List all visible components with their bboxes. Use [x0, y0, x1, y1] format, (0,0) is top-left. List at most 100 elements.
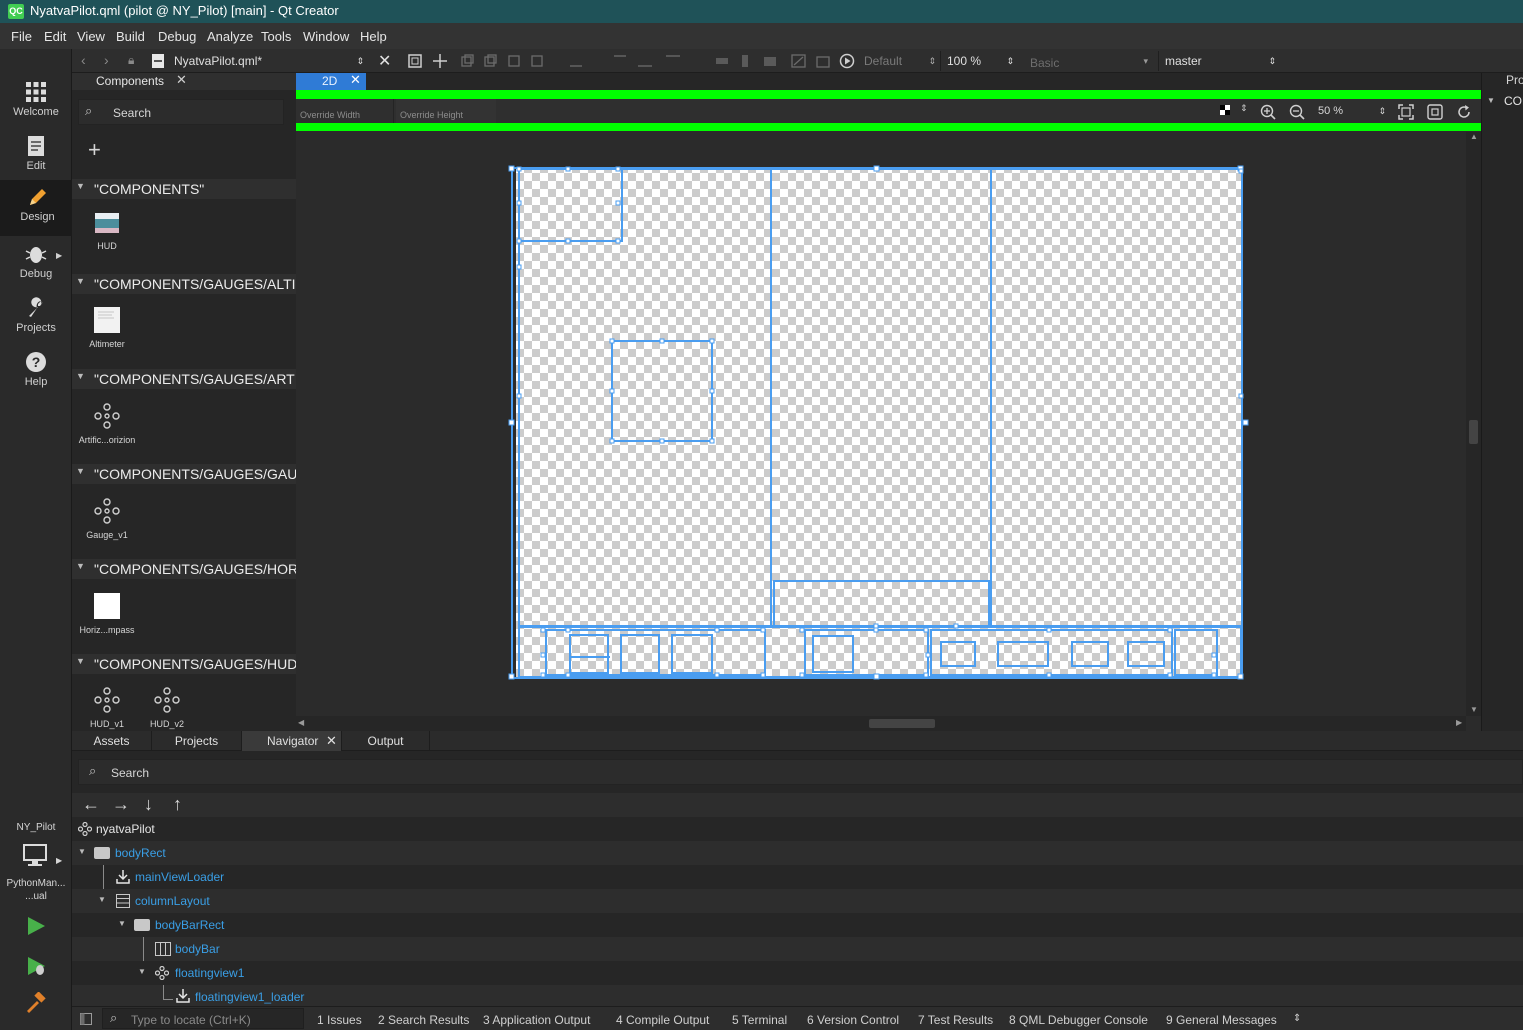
- close-panel-icon[interactable]: ✕: [176, 72, 187, 88]
- toggle-sidebar-icon[interactable]: [80, 1013, 92, 1025]
- vertical-scrollbar[interactable]: ▲ ▼: [1466, 132, 1481, 716]
- menu-view[interactable]: View: [77, 29, 105, 44]
- mode-welcome[interactable]: Welcome: [0, 75, 72, 129]
- tab-assets[interactable]: Assets: [72, 731, 152, 751]
- vertical-scroll-thumb[interactable]: [1469, 420, 1478, 444]
- navigator-row[interactable]: ▼ columnLayout: [72, 889, 1523, 913]
- mode-design[interactable]: Design: [0, 180, 72, 236]
- background-color-icon[interactable]: [1220, 105, 1230, 115]
- menu-analyze[interactable]: Analyze: [207, 29, 253, 44]
- fit-to-view-icon[interactable]: [1427, 104, 1443, 120]
- zoom-in-icon[interactable]: [1260, 104, 1276, 120]
- expand-arrow-icon[interactable]: ▼: [138, 967, 146, 976]
- horizontal-scrollbar[interactable]: ◀ ▶: [296, 716, 1466, 731]
- reset-view-icon[interactable]: [1456, 104, 1472, 120]
- pane-search-results[interactable]: 2 Search Results: [378, 1013, 469, 1027]
- fit-screen-icon[interactable]: [408, 54, 422, 68]
- scroll-right-arrow-icon[interactable]: ▶: [1456, 718, 1462, 727]
- navigator-row[interactable]: floatingview1_loader: [72, 985, 1523, 1006]
- back-arrow-icon[interactable]: ‹: [81, 52, 86, 68]
- pane-compile-output[interactable]: 4 Compile Output: [616, 1013, 709, 1027]
- live-preview-icon[interactable]: [839, 53, 855, 69]
- navigator-row[interactable]: ▼ floatingview1: [72, 961, 1523, 985]
- move-down-arrow-icon[interactable]: ↓: [144, 795, 153, 813]
- close-tab-icon[interactable]: ✕: [350, 72, 361, 88]
- override-height-field[interactable]: Override Height: [396, 99, 496, 123]
- component-item[interactable]: Artific...orizion: [72, 403, 142, 445]
- tab-output[interactable]: Output: [342, 731, 430, 751]
- scroll-left-arrow-icon[interactable]: ◀: [298, 718, 304, 727]
- menu-debug[interactable]: Debug: [158, 29, 196, 44]
- tab-projects[interactable]: Projects: [152, 731, 242, 751]
- navigator-row[interactable]: ▼ bodyBarRect: [72, 913, 1523, 937]
- move-up-arrow-icon[interactable]: ↑: [173, 795, 182, 813]
- tab-2d[interactable]: 2D ✕: [296, 72, 366, 90]
- design-canvas[interactable]: [508, 165, 1250, 681]
- open-document-combo[interactable]: NyatvaPilot.qml* ⇕: [168, 51, 368, 71]
- component-item[interactable]: HUD: [72, 209, 142, 251]
- scroll-up-arrow-icon[interactable]: ▲: [1470, 132, 1478, 141]
- navigator-row-root[interactable]: nyatvaPilot: [72, 817, 1523, 841]
- navigator-row[interactable]: ▼ bodyRect: [72, 841, 1523, 865]
- component-item[interactable]: Horiz...mpass: [72, 593, 142, 635]
- category-header[interactable]: ▼ "COMPONENTS/GAUGES/ALTI: [72, 274, 296, 294]
- close-tab-icon[interactable]: ✕: [326, 731, 337, 751]
- components-search-field[interactable]: ⌕ Search: [78, 99, 284, 125]
- scroll-down-arrow-icon[interactable]: ▼: [1470, 705, 1478, 714]
- horizontal-scroll-thumb[interactable]: [869, 719, 935, 728]
- zoom-out-icon[interactable]: [1289, 104, 1305, 120]
- updown-chevron-icon[interactable]: ⇕: [1240, 103, 1248, 114]
- build-hammer-icon[interactable]: [25, 992, 47, 1014]
- mode-help[interactable]: ? Help: [0, 345, 72, 399]
- edit-tools-icon[interactable]: [790, 53, 838, 69]
- distribute-tools-icon[interactable]: [712, 54, 777, 68]
- updown-chevron-icon[interactable]: ⇕: [1293, 1013, 1301, 1024]
- move-right-arrow-icon[interactable]: →: [112, 795, 130, 813]
- pane-general-messages[interactable]: 9 General Messages: [1166, 1013, 1277, 1027]
- menu-help[interactable]: Help: [360, 29, 387, 44]
- move-left-arrow-icon[interactable]: ←: [82, 795, 100, 813]
- state-combo[interactable]: Default ⇕: [858, 51, 940, 71]
- pane-qml-debugger-console[interactable]: 8 QML Debugger Console: [1009, 1013, 1148, 1027]
- mode-edit[interactable]: Edit: [0, 129, 72, 183]
- override-width-field[interactable]: Override Width: [296, 99, 394, 123]
- category-header[interactable]: ▼ "COMPONENTS/GAUGES/HOR: [72, 559, 296, 579]
- menu-file[interactable]: File: [11, 29, 32, 44]
- mode-projects[interactable]: Projects: [0, 291, 72, 345]
- tab-navigator[interactable]: Navigator ✕: [242, 731, 342, 751]
- monitor-icon[interactable]: [23, 844, 49, 868]
- category-header[interactable]: ▼ "COMPONENTS/GAUGES/HUD: [72, 654, 296, 674]
- navigator-row[interactable]: mainViewLoader: [72, 865, 1523, 889]
- mode-debug[interactable]: Debug ▶: [0, 237, 72, 291]
- pane-issues[interactable]: 1 Issues: [317, 1013, 362, 1027]
- editor-zoom-combo[interactable]: 50 % ⇕: [1312, 102, 1388, 120]
- pane-application-output[interactable]: 3 Application Output: [483, 1013, 590, 1027]
- menu-build[interactable]: Build: [116, 29, 145, 44]
- menu-edit[interactable]: Edit: [44, 29, 66, 44]
- expand-arrow-icon[interactable]: ▼: [118, 919, 126, 928]
- properties-section-label[interactable]: CON: [1504, 94, 1523, 108]
- navigator-row[interactable]: bodyBar: [72, 937, 1523, 961]
- close-document-icon[interactable]: ✕: [378, 51, 391, 71]
- zoom-combo[interactable]: 100 % ⇕: [940, 51, 1018, 71]
- expand-arrow-icon[interactable]: ▼: [98, 895, 106, 904]
- navigator-search-field[interactable]: ⌕ Search: [78, 759, 1523, 785]
- pane-version-control[interactable]: 6 Version Control: [807, 1013, 899, 1027]
- fit-selection-icon[interactable]: [1398, 104, 1414, 120]
- branch-combo[interactable]: master ⇕: [1158, 51, 1280, 71]
- menu-tools[interactable]: Tools: [261, 29, 291, 44]
- debug-run-icon[interactable]: [25, 955, 47, 977]
- menu-window[interactable]: Window: [303, 29, 349, 44]
- pane-test-results[interactable]: 7 Test Results: [918, 1013, 993, 1027]
- category-header[interactable]: ▼ "COMPONENTS": [72, 179, 296, 199]
- arrange-tools-icon[interactable]: [460, 54, 550, 68]
- run-icon[interactable]: [25, 915, 47, 937]
- component-item[interactable]: Gauge_v1: [72, 498, 142, 540]
- component-item[interactable]: HUD_v2: [132, 687, 202, 729]
- style-combo[interactable]: Basic ▾: [1024, 53, 1152, 73]
- category-header[interactable]: ▼ "COMPONENTS/GAUGES/ARTI: [72, 369, 296, 389]
- locator-field[interactable]: ⌕ Type to locate (Ctrl+K): [102, 1008, 304, 1029]
- pane-terminal[interactable]: 5 Terminal: [732, 1013, 787, 1027]
- forward-arrow-icon[interactable]: ›: [104, 52, 109, 68]
- expand-arrow-icon[interactable]: ▼: [78, 847, 86, 856]
